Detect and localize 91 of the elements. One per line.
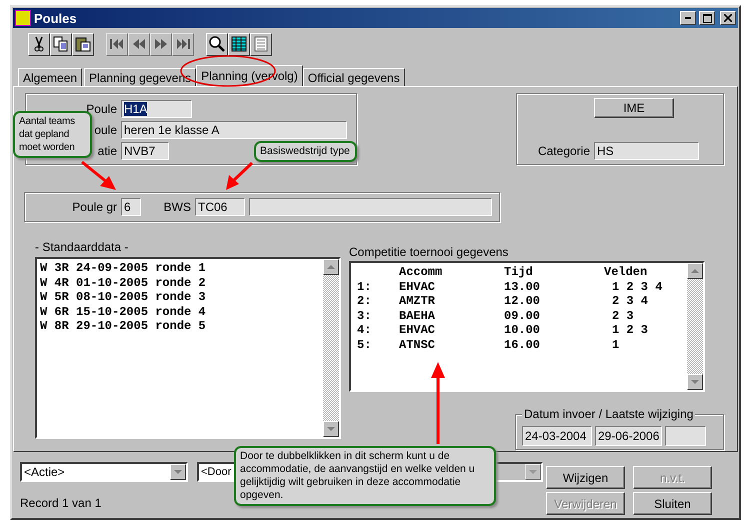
text-field[interactable]: heren 1e klasse A: [121, 120, 347, 138]
maximize-icon: [702, 14, 712, 22]
tab[interactable]: Official gegevens: [302, 68, 405, 86]
ime-button[interactable]: IME: [594, 98, 674, 118]
table-cell-text: 16.00: [504, 338, 542, 352]
column-header: Accomm: [399, 265, 444, 280]
tab[interactable]: Algemeen: [18, 68, 82, 86]
search-icon: [208, 35, 226, 53]
text-field[interactable]: NVB7: [121, 142, 169, 160]
list-item[interactable]: W 4R 01-10-2005 ronde 2: [40, 276, 320, 290]
table-cell-text: 09.00: [504, 308, 542, 323]
table-cell-text: ATNSC: [399, 338, 436, 352]
table-cell-text: 10.00: [504, 323, 542, 338]
minimize-button[interactable]: [680, 11, 696, 25]
field-label: Categorie: [536, 144, 591, 158]
action-button[interactable]: Wijzigen: [546, 466, 625, 489]
annotation-tooltip: Aantal teams dat gepland moet worden: [13, 111, 92, 158]
column-header: Tijd: [504, 265, 534, 280]
action-button[interactable]: Sluiten: [633, 492, 712, 515]
list-item[interactable]: W 5R 08-10-2005 ronde 3: [40, 290, 320, 304]
field-label: oule: [94, 122, 118, 136]
down-arrow-icon: [327, 426, 335, 432]
app-logo-icon: [15, 10, 31, 26]
scissors-icon: [33, 36, 45, 52]
field-label: BWS: [162, 200, 192, 214]
action-dropdown[interactable]: <Actie>: [20, 462, 188, 482]
text-field[interactable]: 6: [121, 198, 141, 216]
table-cell-text: 2 3 4: [611, 294, 650, 308]
table-cell-text: 1 2 3 4: [611, 280, 664, 294]
text-field[interactable]: HS: [594, 142, 699, 160]
column-header: Velden: [604, 265, 648, 280]
list-box[interactable]: Accomm Tijd Velden 1: EHVAC 13.00 1 2 3 4 2: AMZTR 12.00 2 3 4 3: BAEHA 09.00 2 3 4: EHVAC 10.00 1 2 3 5: ATNSC 16.00 1: [349, 261, 705, 392]
document-icon: [254, 36, 268, 52]
arrow: [81, 160, 116, 190]
close-icon: [724, 14, 732, 22]
toolbar-button[interactable]: [28, 32, 50, 56]
row-number: 5:: [357, 338, 372, 352]
toolbar-button[interactable]: [72, 32, 94, 56]
scrollbar[interactable]: [323, 259, 339, 437]
table-cell-text: 13.00: [504, 280, 542, 294]
section-title: - Standaarddata -: [35, 240, 130, 254]
text-field[interactable]: [665, 426, 706, 446]
up-arrow-icon: [327, 264, 335, 270]
window-title: Poules: [34, 10, 78, 26]
list-item[interactable]: W 3R 24-09-2005 ronde 1: [40, 261, 320, 276]
text-field[interactable]: TC06: [195, 198, 245, 216]
table-cell-text: 12.00: [504, 294, 542, 308]
table-cell-text: EHVAC: [399, 323, 436, 338]
last-icon: [175, 37, 191, 51]
up-arrow-icon: [691, 268, 699, 274]
rewind-icon: [131, 37, 147, 51]
list-box[interactable]: W 3R 24-09-2005 ronde 1 W 4R 01-10-2005 ronde 2 W 5R 08-10-2005 ronde 3 W 6R 15-10-2005 ronde 4 W 8R 29-10-2005 ronde 5: [35, 257, 341, 439]
table-icon: [231, 36, 247, 52]
toolbar-button[interactable]: [228, 32, 250, 56]
row-number: 4:: [357, 323, 372, 338]
table-cell-text: BAEHA: [399, 308, 436, 323]
date-field[interactable]: 24-03-2004: [522, 426, 592, 446]
toolbar-button[interactable]: [50, 32, 72, 56]
record-counter: Record 1 van 1: [20, 496, 102, 510]
annotation-tooltip: Basiswedstrijd type: [254, 141, 357, 162]
toolbar-button[interactable]: [250, 32, 272, 56]
row-number: 1:: [357, 280, 372, 294]
table-cell-text: 1: [611, 338, 620, 352]
text-field[interactable]: [249, 198, 492, 216]
fast-forward-icon: [153, 37, 169, 51]
date-field[interactable]: 29-06-2006: [595, 426, 662, 446]
arrow: [226, 162, 254, 190]
field-label: Poule gr: [71, 200, 118, 214]
minimize-icon: [685, 17, 691, 19]
annotation-tooltip: Door te dubbelklikken in dit scherm kunt u de accommodatie, de aanvangstijd en welke velden u gelijktijdig wilt gebruiken in deze accommodatie opgeven.: [234, 446, 496, 506]
field-label: atie: [98, 144, 118, 158]
clipboard-icon: [75, 36, 91, 52]
row-number: 3:: [357, 308, 372, 323]
toolbar-button[interactable]: [206, 32, 228, 56]
copy-icon: [53, 36, 69, 52]
table-cell-text: 1 2 3: [611, 323, 650, 338]
down-arrow-icon: [691, 379, 699, 385]
down-arrow-icon: [174, 469, 182, 475]
table-cell-text: 2 3: [611, 308, 635, 323]
table-cell-text: EHVAC: [399, 280, 436, 294]
table-cell-text: AMZTR: [399, 294, 436, 308]
list-item[interactable]: W 8R 29-10-2005 ronde 5: [40, 319, 320, 334]
group-title: Datum invoer / Laatste wijziging: [522, 407, 696, 421]
close-button[interactable]: [720, 11, 736, 25]
section-title: Competitie toernooi gegevens: [349, 245, 510, 259]
row-number: 2:: [357, 294, 372, 308]
maximize-button[interactable]: [699, 11, 715, 25]
scrollbar[interactable]: [687, 263, 703, 390]
down-arrow-icon: [529, 469, 537, 475]
list-item[interactable]: W 6R 15-10-2005 ronde 4: [40, 304, 320, 319]
first-icon: [109, 37, 125, 51]
